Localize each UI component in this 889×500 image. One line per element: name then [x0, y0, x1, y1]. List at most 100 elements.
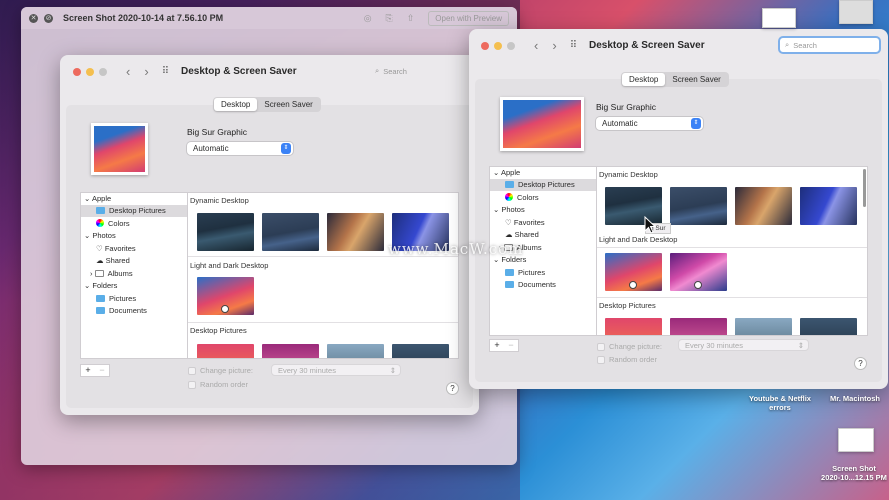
- sidebar-item-colors[interactable]: Colors: [81, 218, 187, 230]
- wallpaper-thumbnail[interactable]: [735, 318, 792, 335]
- wallpaper-grid: Dynamic Desktop Light and Dark Desktop D…: [187, 192, 459, 359]
- wallpaper-thumbnail[interactable]: [197, 213, 254, 251]
- chevron-updown-icon: ⇕: [797, 341, 804, 350]
- wallpaper-thumbnail[interactable]: [800, 318, 857, 335]
- random-order-option[interactable]: Random order: [188, 380, 248, 389]
- sidebar-item-desktop-pictures[interactable]: Desktop Pictures: [81, 205, 187, 217]
- tab-screen-saver[interactable]: Screen Saver: [665, 73, 727, 86]
- sidebar-item-favorites[interactable]: ♡ Favorites: [81, 243, 187, 255]
- close-button[interactable]: [73, 67, 81, 76]
- zoom-button[interactable]: [507, 41, 515, 50]
- change-picture-option[interactable]: Change picture:: [188, 366, 253, 375]
- sidebar-item-folders[interactable]: ⌄ Folders: [81, 280, 187, 292]
- remove-button[interactable]: −: [504, 340, 518, 351]
- wallpaper-thumbnail[interactable]: [670, 318, 727, 335]
- sidebar-item-apple[interactable]: ⌄ Apple: [490, 167, 596, 179]
- sidebar-item-colors[interactable]: Colors: [490, 192, 596, 204]
- desktop-prefs-window-right: ‹ › ⠿ Desktop & Screen Saver ⌕ Search Des…: [469, 29, 888, 389]
- wallpaper-thumbnail[interactable]: [670, 253, 727, 291]
- tab-desktop[interactable]: Desktop: [214, 98, 258, 111]
- random-order-option[interactable]: Random order: [597, 355, 657, 364]
- wallpaper-thumbnail[interactable]: [262, 344, 319, 358]
- wallpaper-thumbnail[interactable]: [800, 187, 857, 225]
- desktop-file-thumbnail[interactable]: [762, 8, 796, 28]
- open-with-preview-button[interactable]: Open with Preview: [428, 11, 509, 26]
- scrollbar[interactable]: [863, 169, 866, 207]
- album-folder-icon: [94, 270, 104, 277]
- help-button[interactable]: ?: [854, 357, 867, 370]
- search-field[interactable]: ⌕ Search: [371, 64, 471, 78]
- wallpaper-thumbnail[interactable]: [327, 213, 384, 251]
- tab-screen-saver[interactable]: Screen Saver: [257, 98, 319, 111]
- folder-icon: [505, 269, 514, 276]
- close-icon[interactable]: ✕: [29, 13, 38, 23]
- tab-control: Desktop Screen Saver: [621, 72, 729, 87]
- minimize-button[interactable]: [86, 67, 94, 76]
- cloud-icon: ☁: [505, 230, 515, 239]
- preview-titlebar: ✕ ⊘ Screen Shot 2020-10-14 at 7.56.10 PM…: [21, 7, 517, 29]
- sidebar-item-photos[interactable]: ⌄ Photos: [490, 204, 596, 216]
- folder-icon: [505, 181, 514, 188]
- checkbox[interactable]: [188, 380, 196, 389]
- rotate-icon[interactable]: ⎘: [386, 13, 393, 24]
- tab-desktop[interactable]: Desktop: [622, 73, 666, 86]
- mouse-pointer-icon: [644, 216, 656, 234]
- zoom-button[interactable]: [99, 67, 107, 76]
- interval-dropdown[interactable]: Every 30 minutes ⇕: [678, 339, 809, 351]
- minimize-button[interactable]: [494, 41, 502, 50]
- desktop-item-label[interactable]: Youtube & Netflix errors: [740, 394, 820, 412]
- checkbox[interactable]: [597, 355, 605, 364]
- close-button[interactable]: [481, 41, 489, 50]
- cloud-icon: ☁: [96, 256, 106, 265]
- screenshot-file-icon[interactable]: [838, 428, 874, 452]
- sidebar-item-albums[interactable]: › Albums: [81, 268, 187, 280]
- section-desktop-pictures: Desktop Pictures: [599, 301, 656, 310]
- divider: [188, 322, 458, 323]
- sidebar-item-pictures[interactable]: Pictures: [490, 267, 596, 279]
- wallpaper-thumbnail[interactable]: [197, 277, 254, 315]
- remove-button[interactable]: −: [95, 365, 109, 376]
- desktop-item-label[interactable]: Screen Shot 2020-10...12.15 PM: [812, 464, 889, 482]
- change-picture-option[interactable]: Change picture:: [597, 342, 662, 351]
- appearance-select[interactable]: Automatic ⇕: [596, 117, 703, 130]
- minimize-disabled-icon[interactable]: ⊘: [44, 13, 53, 23]
- search-field[interactable]: ⌕ Search: [778, 36, 881, 54]
- markup-icon[interactable]: ◎: [364, 13, 372, 24]
- interval-dropdown[interactable]: Every 30 minutes ⇕: [271, 364, 401, 376]
- section-dynamic-desktop: Dynamic Desktop: [599, 170, 658, 179]
- add-button[interactable]: +: [81, 365, 95, 376]
- share-icon[interactable]: ⇧: [407, 13, 415, 24]
- desktop-item-label[interactable]: Mr. Macintosh: [822, 394, 888, 403]
- back-icon[interactable]: ‹: [126, 64, 130, 79]
- checkbox[interactable]: [597, 342, 605, 351]
- back-icon[interactable]: ‹: [534, 38, 538, 53]
- show-all-grid-icon[interactable]: ⠿: [570, 40, 577, 51]
- help-button[interactable]: ?: [446, 382, 459, 395]
- divider: [597, 247, 867, 248]
- sidebar-item-photos[interactable]: ⌄ Photos: [81, 230, 187, 242]
- show-all-grid-icon[interactable]: ⠿: [162, 66, 169, 77]
- wallpaper-thumbnail[interactable]: [670, 187, 727, 225]
- wallpaper-thumbnail[interactable]: [605, 253, 662, 291]
- wallpaper-thumbnail[interactable]: [197, 344, 254, 358]
- sidebar-item-apple[interactable]: ⌄ Apple: [81, 193, 187, 205]
- checkbox[interactable]: [188, 366, 196, 375]
- wallpaper-thumbnail[interactable]: [605, 318, 662, 335]
- sidebar-item-favorites[interactable]: ♡ Favorites: [490, 217, 596, 229]
- add-button[interactable]: +: [490, 340, 504, 351]
- wallpaper-thumbnail[interactable]: [392, 344, 449, 358]
- sidebar-item-desktop-pictures[interactable]: Desktop Pictures: [490, 179, 596, 191]
- sidebar-item-documents[interactable]: Documents: [81, 305, 187, 317]
- forward-icon[interactable]: ›: [552, 38, 556, 53]
- sidebar-item-shared[interactable]: ☁ Shared: [81, 255, 187, 267]
- wallpaper-grid: Dynamic Desktop g Sur Light and Dark Des…: [596, 166, 868, 336]
- desktop-drive-icon[interactable]: [839, 0, 873, 24]
- appearance-select[interactable]: Automatic ⇕: [187, 142, 293, 155]
- wallpaper-thumbnail[interactable]: [735, 187, 792, 225]
- wallpaper-thumbnail[interactable]: [327, 344, 384, 358]
- forward-icon[interactable]: ›: [144, 64, 148, 79]
- source-sidebar: ⌄ Apple Desktop Pictures Colors ⌄ Photos…: [80, 192, 188, 359]
- sidebar-item-documents[interactable]: Documents: [490, 279, 596, 291]
- wallpaper-thumbnail[interactable]: [262, 213, 319, 251]
- sidebar-item-pictures[interactable]: Pictures: [81, 293, 187, 305]
